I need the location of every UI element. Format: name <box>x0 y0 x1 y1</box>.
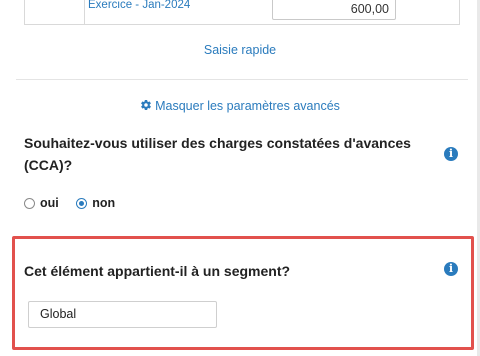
segment-field[interactable]: Global <box>28 301 217 328</box>
info-icon[interactable]: i <box>444 147 458 161</box>
table-divider <box>459 0 460 24</box>
radio-button-non[interactable] <box>76 197 88 209</box>
cca-radio-group: oui non <box>24 196 129 212</box>
radio-option-non[interactable]: non <box>76 196 115 210</box>
quick-entry-link[interactable]: Saisie rapide <box>0 43 480 57</box>
period-label: Exercice - Jan-2024 <box>88 0 191 11</box>
gear-icon <box>141 99 151 111</box>
segment-question: Cet élément appartient-il à un segment? <box>24 263 291 279</box>
info-icon[interactable]: i <box>444 262 458 276</box>
segment-highlight-box <box>12 236 474 350</box>
advanced-settings-toggle[interactable]: Masquer les paramètres avancés <box>0 99 480 113</box>
radio-button-oui[interactable] <box>24 197 35 209</box>
advanced-toggle-label: Masquer les paramètres avancés <box>155 99 340 113</box>
radio-label-oui: oui <box>40 196 59 210</box>
radio-option-oui[interactable]: oui <box>24 196 59 210</box>
table-row: Exercice - Jan-2024 600,00 <box>24 0 460 25</box>
table-divider <box>84 0 85 24</box>
table-divider <box>24 0 25 24</box>
cca-question: Souhaitez-vous utiliser des charges cons… <box>24 135 411 173</box>
form-panel: Exercice - Jan-2024 600,00 Saisie rapide… <box>0 0 480 356</box>
radio-label-non: non <box>92 196 116 210</box>
section-divider <box>16 79 468 80</box>
amount-field[interactable]: 600,00 <box>272 0 396 20</box>
